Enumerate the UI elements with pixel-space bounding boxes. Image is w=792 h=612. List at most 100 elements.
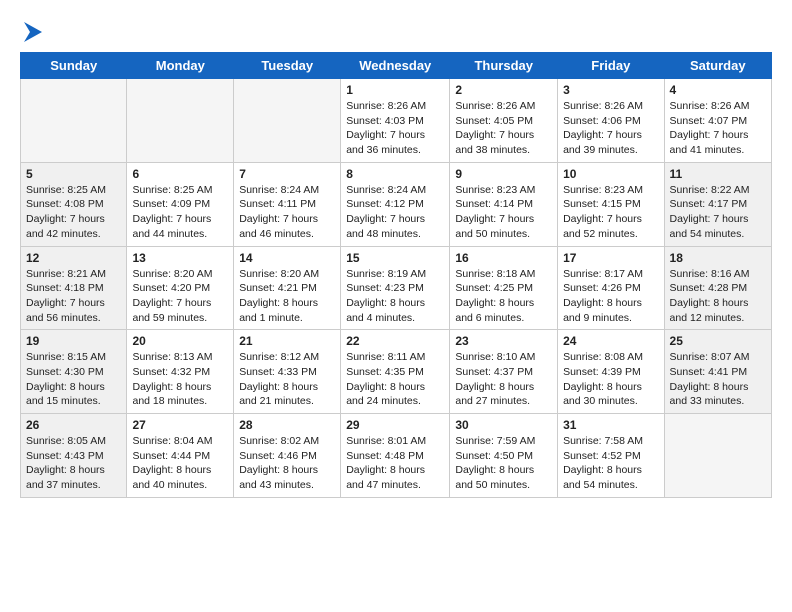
day-number: 9 [455,167,552,181]
logo-icon [20,18,48,46]
day-number: 10 [563,167,658,181]
weekday-header-saturday: Saturday [664,53,771,79]
calendar-cell: 26 Sunrise: 8:05 AM Sunset: 4:43 PM Dayli… [21,414,127,498]
calendar-cell [664,414,771,498]
logo [20,18,48,46]
calendar-cell: 17 Sunrise: 8:17 AM Sunset: 4:26 PM Dayli… [558,246,664,330]
cell-info: Sunrise: 8:26 AM Sunset: 4:03 PM Dayligh… [346,99,444,158]
cell-info: Sunrise: 8:11 AM Sunset: 4:35 PM Dayligh… [346,350,444,409]
day-number: 28 [239,418,335,432]
calendar-table: SundayMondayTuesdayWednesdayThursdayFrid… [20,52,772,498]
day-number: 18 [670,251,766,265]
calendar-cell: 7Sunrise: 8:24 AM Sunset: 4:11 PM Daylig… [234,162,341,246]
cell-info: Sunrise: 8:01 AM Sunset: 4:48 PM Dayligh… [346,434,444,493]
cell-info: Sunrise: 8:04 AM Sunset: 4:44 PM Dayligh… [132,434,228,493]
day-number: 3 [563,83,658,97]
day-number: 29 [346,418,444,432]
week-row-1: 1 Sunrise: 8:26 AM Sunset: 4:03 PM Daylig… [21,79,772,163]
calendar-cell: 11Sunrise: 8:22 AM Sunset: 4:17 PM Dayli… [664,162,771,246]
calendar-cell [21,79,127,163]
week-row-5: 26 Sunrise: 8:05 AM Sunset: 4:43 PM Dayli… [21,414,772,498]
weekday-header-monday: Monday [127,53,234,79]
cell-info: Sunrise: 8:20 AM Sunset: 4:21 PM Dayligh… [239,267,335,326]
cell-info: Sunrise: 8:17 AM Sunset: 4:26 PM Dayligh… [563,267,658,326]
cell-info: Sunrise: 8:16 AM Sunset: 4:28 PM Dayligh… [670,267,766,326]
day-number: 25 [670,334,766,348]
day-number: 17 [563,251,658,265]
calendar-cell: 12 Sunrise: 8:21 AM Sunset: 4:18 PM Dayli… [21,246,127,330]
calendar-cell [234,79,341,163]
calendar-cell: 27 Sunrise: 8:04 AM Sunset: 4:44 PM Dayli… [127,414,234,498]
calendar-cell: 9Sunrise: 8:23 AM Sunset: 4:14 PM Daylig… [450,162,558,246]
day-number: 4 [670,83,766,97]
cell-info: Sunrise: 8:12 AM Sunset: 4:33 PM Dayligh… [239,350,335,409]
weekday-header-tuesday: Tuesday [234,53,341,79]
day-number: 6 [132,167,228,181]
calendar-cell: 2 Sunrise: 8:26 AM Sunset: 4:05 PM Daylig… [450,79,558,163]
cell-info: Sunrise: 8:22 AM Sunset: 4:17 PM Dayligh… [670,183,766,242]
calendar-cell: 1 Sunrise: 8:26 AM Sunset: 4:03 PM Daylig… [341,79,450,163]
header [20,18,772,46]
page: SundayMondayTuesdayWednesdayThursdayFrid… [0,0,792,508]
day-number: 5 [26,167,121,181]
calendar-cell: 24Sunrise: 8:08 AM Sunset: 4:39 PM Dayli… [558,330,664,414]
weekday-header-thursday: Thursday [450,53,558,79]
cell-info: Sunrise: 8:26 AM Sunset: 4:05 PM Dayligh… [455,99,552,158]
weekday-header-row: SundayMondayTuesdayWednesdayThursdayFrid… [21,53,772,79]
calendar-cell: 6 Sunrise: 8:25 AM Sunset: 4:09 PM Daylig… [127,162,234,246]
calendar-cell: 14 Sunrise: 8:20 AM Sunset: 4:21 PM Dayli… [234,246,341,330]
weekday-header-wednesday: Wednesday [341,53,450,79]
day-number: 30 [455,418,552,432]
cell-info: Sunrise: 7:59 AM Sunset: 4:50 PM Dayligh… [455,434,552,493]
day-number: 1 [346,83,444,97]
cell-info: Sunrise: 7:58 AM Sunset: 4:52 PM Dayligh… [563,434,658,493]
cell-info: Sunrise: 8:10 AM Sunset: 4:37 PM Dayligh… [455,350,552,409]
calendar-cell: 4 Sunrise: 8:26 AM Sunset: 4:07 PM Daylig… [664,79,771,163]
calendar-cell: 16 Sunrise: 8:18 AM Sunset: 4:25 PM Dayli… [450,246,558,330]
day-number: 2 [455,83,552,97]
cell-info: Sunrise: 8:25 AM Sunset: 4:09 PM Dayligh… [132,183,228,242]
cell-info: Sunrise: 8:19 AM Sunset: 4:23 PM Dayligh… [346,267,444,326]
calendar-cell: 18 Sunrise: 8:16 AM Sunset: 4:28 PM Dayli… [664,246,771,330]
calendar-cell: 20 Sunrise: 8:13 AM Sunset: 4:32 PM Dayli… [127,330,234,414]
week-row-4: 19 Sunrise: 8:15 AM Sunset: 4:30 PM Dayli… [21,330,772,414]
calendar-cell: 13Sunrise: 8:20 AM Sunset: 4:20 PM Dayli… [127,246,234,330]
day-number: 13 [132,251,228,265]
calendar-cell: 29 Sunrise: 8:01 AM Sunset: 4:48 PM Dayli… [341,414,450,498]
calendar-cell: 8Sunrise: 8:24 AM Sunset: 4:12 PM Daylig… [341,162,450,246]
day-number: 12 [26,251,121,265]
calendar-cell [127,79,234,163]
day-number: 19 [26,334,121,348]
day-number: 31 [563,418,658,432]
cell-info: Sunrise: 8:21 AM Sunset: 4:18 PM Dayligh… [26,267,121,326]
cell-info: Sunrise: 8:05 AM Sunset: 4:43 PM Dayligh… [26,434,121,493]
cell-info: Sunrise: 8:15 AM Sunset: 4:30 PM Dayligh… [26,350,121,409]
day-number: 16 [455,251,552,265]
cell-info: Sunrise: 8:24 AM Sunset: 4:11 PM Dayligh… [239,183,335,242]
day-number: 21 [239,334,335,348]
week-row-3: 12 Sunrise: 8:21 AM Sunset: 4:18 PM Dayli… [21,246,772,330]
calendar-cell: 30 Sunrise: 7:59 AM Sunset: 4:50 PM Dayli… [450,414,558,498]
day-number: 23 [455,334,552,348]
cell-info: Sunrise: 8:26 AM Sunset: 4:07 PM Dayligh… [670,99,766,158]
calendar-cell: 22 Sunrise: 8:11 AM Sunset: 4:35 PM Dayli… [341,330,450,414]
calendar-cell: 5 Sunrise: 8:25 AM Sunset: 4:08 PM Daylig… [21,162,127,246]
day-number: 27 [132,418,228,432]
calendar-cell: 10 Sunrise: 8:23 AM Sunset: 4:15 PM Dayli… [558,162,664,246]
day-number: 14 [239,251,335,265]
cell-info: Sunrise: 8:18 AM Sunset: 4:25 PM Dayligh… [455,267,552,326]
cell-info: Sunrise: 8:23 AM Sunset: 4:15 PM Dayligh… [563,183,658,242]
cell-info: Sunrise: 8:02 AM Sunset: 4:46 PM Dayligh… [239,434,335,493]
calendar-cell: 31 Sunrise: 7:58 AM Sunset: 4:52 PM Dayli… [558,414,664,498]
day-number: 22 [346,334,444,348]
week-row-2: 5 Sunrise: 8:25 AM Sunset: 4:08 PM Daylig… [21,162,772,246]
day-number: 20 [132,334,228,348]
weekday-header-friday: Friday [558,53,664,79]
calendar-cell: 3 Sunrise: 8:26 AM Sunset: 4:06 PM Daylig… [558,79,664,163]
day-number: 26 [26,418,121,432]
weekday-header-sunday: Sunday [21,53,127,79]
cell-info: Sunrise: 8:13 AM Sunset: 4:32 PM Dayligh… [132,350,228,409]
cell-info: Sunrise: 8:25 AM Sunset: 4:08 PM Dayligh… [26,183,121,242]
calendar-cell: 15Sunrise: 8:19 AM Sunset: 4:23 PM Dayli… [341,246,450,330]
cell-info: Sunrise: 8:26 AM Sunset: 4:06 PM Dayligh… [563,99,658,158]
